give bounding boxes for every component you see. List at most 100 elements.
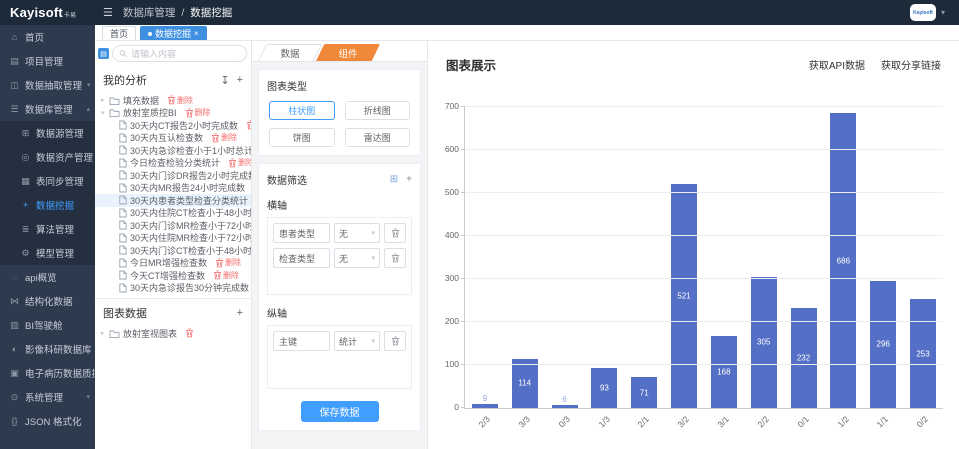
chevron-down-icon[interactable]: ▾ xyxy=(941,8,945,17)
axis-trash-button[interactable] xyxy=(384,331,406,351)
axis-field[interactable]: 患者类型 xyxy=(273,223,330,243)
page-tab-1[interactable]: 数据挖掘× xyxy=(140,26,207,40)
config-tab-data[interactable]: 数据 xyxy=(262,44,318,61)
sidebar-item-emr-quality[interactable]: ▣电子病历数据质控 xyxy=(0,361,95,385)
chevron-down-icon: ▾ xyxy=(371,254,375,262)
sidebar-item-label: 首页 xyxy=(25,30,44,44)
tree-item-label: 30天内急诊报告30分钟完成数 xyxy=(130,281,249,294)
y-axis-tick xyxy=(461,407,465,408)
gridline xyxy=(465,149,943,150)
axis-agg-select[interactable]: 无▾ xyxy=(334,248,380,268)
sidebar-item-api-overview[interactable]: ◌api概览 xyxy=(0,265,95,289)
sidebar-item-algorithm[interactable]: ≣算法管理 xyxy=(0,217,95,241)
tree-item[interactable]: 30天内住院MR检查小于72小时总计 xyxy=(95,232,251,245)
gridline xyxy=(465,321,943,322)
axis-agg-value: 无 xyxy=(339,227,348,240)
tree-item[interactable]: 30天内住院CT检查小于48小时总计 xyxy=(95,207,251,220)
add-analysis-icon[interactable]: + xyxy=(237,74,243,87)
chart-type-button[interactable]: 折线图 xyxy=(345,101,411,120)
hamburger-icon[interactable]: ☰ xyxy=(103,6,113,19)
tree-item[interactable]: 30天内门诊CT检查小于48小时总计 xyxy=(95,244,251,257)
chart-display-panel: 图表展示 获取API数据获取分享链接 92/31143/360/3931/371… xyxy=(428,41,959,449)
sidebar-item-project[interactable]: ▤项目管理 xyxy=(0,49,95,73)
sidebar-item-datasource[interactable]: ⊞数据源管理 xyxy=(0,121,95,145)
sidebar-item-data-mining[interactable]: +数据挖掘 xyxy=(0,193,95,217)
bar: 6 xyxy=(552,405,578,408)
sidebar-item-structured-data[interactable]: ⋈结构化数据 xyxy=(0,289,95,313)
axis-agg-select[interactable]: 无▾ xyxy=(334,223,380,243)
page-tab-0[interactable]: 首页 xyxy=(102,26,136,40)
config-tab-component[interactable]: 组件 xyxy=(320,44,376,61)
tree-item-label: 30天内门诊MR检查小于72小时总计 xyxy=(130,219,252,232)
breadcrumb-item[interactable]: 数据库管理 xyxy=(123,5,176,20)
save-data-button[interactable]: 保存数据 xyxy=(301,401,379,422)
tree-item[interactable]: ▸放射室视图表 xyxy=(95,327,251,340)
axis-trash-button[interactable] xyxy=(384,248,406,268)
caret-right-icon[interactable]: ▸ xyxy=(101,329,109,337)
axis-field[interactable]: 检查类型 xyxy=(273,248,330,268)
file-icon xyxy=(119,183,127,193)
tree-item[interactable]: 30天内急诊报告30分钟完成数 xyxy=(95,282,251,295)
sidebar-item-bi-cockpit[interactable]: ▥BI驾驶舱 xyxy=(0,313,95,337)
tree-item[interactable]: ▾放射室质控BI删除 xyxy=(95,107,251,120)
delete-link[interactable]: 删除 xyxy=(211,132,237,143)
delete-link[interactable]: 删除 xyxy=(167,95,193,106)
tree-item[interactable]: 30天内患者类型检查分类统计 xyxy=(95,194,251,207)
delete-link[interactable]: 删除 xyxy=(185,107,211,118)
tree-item-label: 30天内患者类型检查分类统计 xyxy=(130,194,248,207)
tree-item[interactable]: 30天内急诊检查小于1小时总计 xyxy=(95,144,251,157)
get-api-data-link[interactable]: 获取API数据 xyxy=(809,57,865,72)
tree-item[interactable]: 30天内MR报告24小时完成数 xyxy=(95,182,251,195)
imaging-db-icon: ◐ xyxy=(9,344,20,354)
caret-right-icon[interactable]: ▸ xyxy=(101,96,109,104)
chart-type-button[interactable]: 柱状图 xyxy=(269,101,335,120)
sidebar-item-model[interactable]: ⚙模型管理 xyxy=(0,241,95,265)
sidebar-item-imaging-db[interactable]: ◐影像科研数据库 xyxy=(0,337,95,361)
api-icon: ◌ xyxy=(9,272,20,282)
tree-item[interactable]: 今天CT增强检查数删除 xyxy=(95,269,251,282)
axis-trash-button[interactable] xyxy=(384,223,406,243)
y-axis-label: 400 xyxy=(445,230,459,240)
sidebar-item-label: 数据库管理 xyxy=(25,102,73,116)
tree-item[interactable]: 今日检查检验分类统计删除 xyxy=(95,157,251,170)
axis-agg-select[interactable]: 统计▾ xyxy=(334,331,380,351)
sidebar-item-json-format[interactable]: {}JSON 格式化 xyxy=(0,409,95,433)
tree-item[interactable]: ▸填充数据删除 xyxy=(95,94,251,107)
import-icon[interactable]: ↧ xyxy=(220,74,229,87)
sidebar-item-home[interactable]: ⌂首页 xyxy=(0,25,95,49)
tree-item[interactable]: 30天内CT报告2小时完成数删除 xyxy=(95,119,251,132)
tree-item[interactable]: 30天内门诊DR报告2小时完成数 xyxy=(95,169,251,182)
y-axis-title: 纵轴 xyxy=(267,305,412,320)
sidebar-item-data-asset[interactable]: ◎数据资产管理 xyxy=(0,145,95,169)
system-icon: ⊙ xyxy=(9,392,20,403)
sidebar-item-database[interactable]: ☰数据库管理▴ xyxy=(0,97,95,121)
tree-item[interactable]: 30天内互认检查数删除 xyxy=(95,132,251,145)
tree-item[interactable]: 今日MR增强检查数删除 xyxy=(95,257,251,270)
delete-link[interactable]: 删除 xyxy=(213,270,239,281)
chart-type-button[interactable]: 雷达图 xyxy=(345,128,411,147)
panel-toggle-icon[interactable]: ▤ xyxy=(98,48,109,59)
axis-field[interactable]: 主键 xyxy=(273,331,330,351)
search-input[interactable] xyxy=(131,49,240,59)
delete-link[interactable]: 删除 xyxy=(228,157,252,168)
tree-item[interactable]: 30天内门诊MR检查小于72小时总计 xyxy=(95,219,251,232)
filter-icon[interactable]: ⊞ xyxy=(390,174,398,185)
analysis-tree-panel: ▤ 我的分析 ↧ + ▸填充数据删除▾放射室质控BI删除30天内CT报告2小时完… xyxy=(95,41,252,449)
close-icon[interactable]: × xyxy=(194,30,199,38)
bar-slot: 2320/1 xyxy=(784,107,824,408)
sidebar-item-data-extract[interactable]: ◫数据抽取管理▾ xyxy=(0,73,95,97)
algorithm-icon: ≣ xyxy=(20,224,31,235)
gridline xyxy=(465,235,943,236)
avatar[interactable]: Kayisoft xyxy=(910,4,936,21)
caret-down-icon[interactable]: ▾ xyxy=(101,109,109,117)
sidebar-item-system[interactable]: ⊙系统管理▾ xyxy=(0,385,95,409)
chart-type-button[interactable]: 饼图 xyxy=(269,128,335,147)
add-filter-icon[interactable]: + xyxy=(406,174,412,185)
tree-item-label: 30天内急诊检查小于1小时总计 xyxy=(130,144,252,157)
sidebar-item-table-sync[interactable]: ▦表同步管理 xyxy=(0,169,95,193)
datasource-icon: ⊞ xyxy=(20,128,31,139)
delete-link[interactable]: 删除 xyxy=(215,257,241,268)
get-share-link[interactable]: 获取分享链接 xyxy=(881,57,941,72)
add-chart-data-icon[interactable]: + xyxy=(237,307,243,319)
trash-icon[interactable] xyxy=(185,328,194,338)
